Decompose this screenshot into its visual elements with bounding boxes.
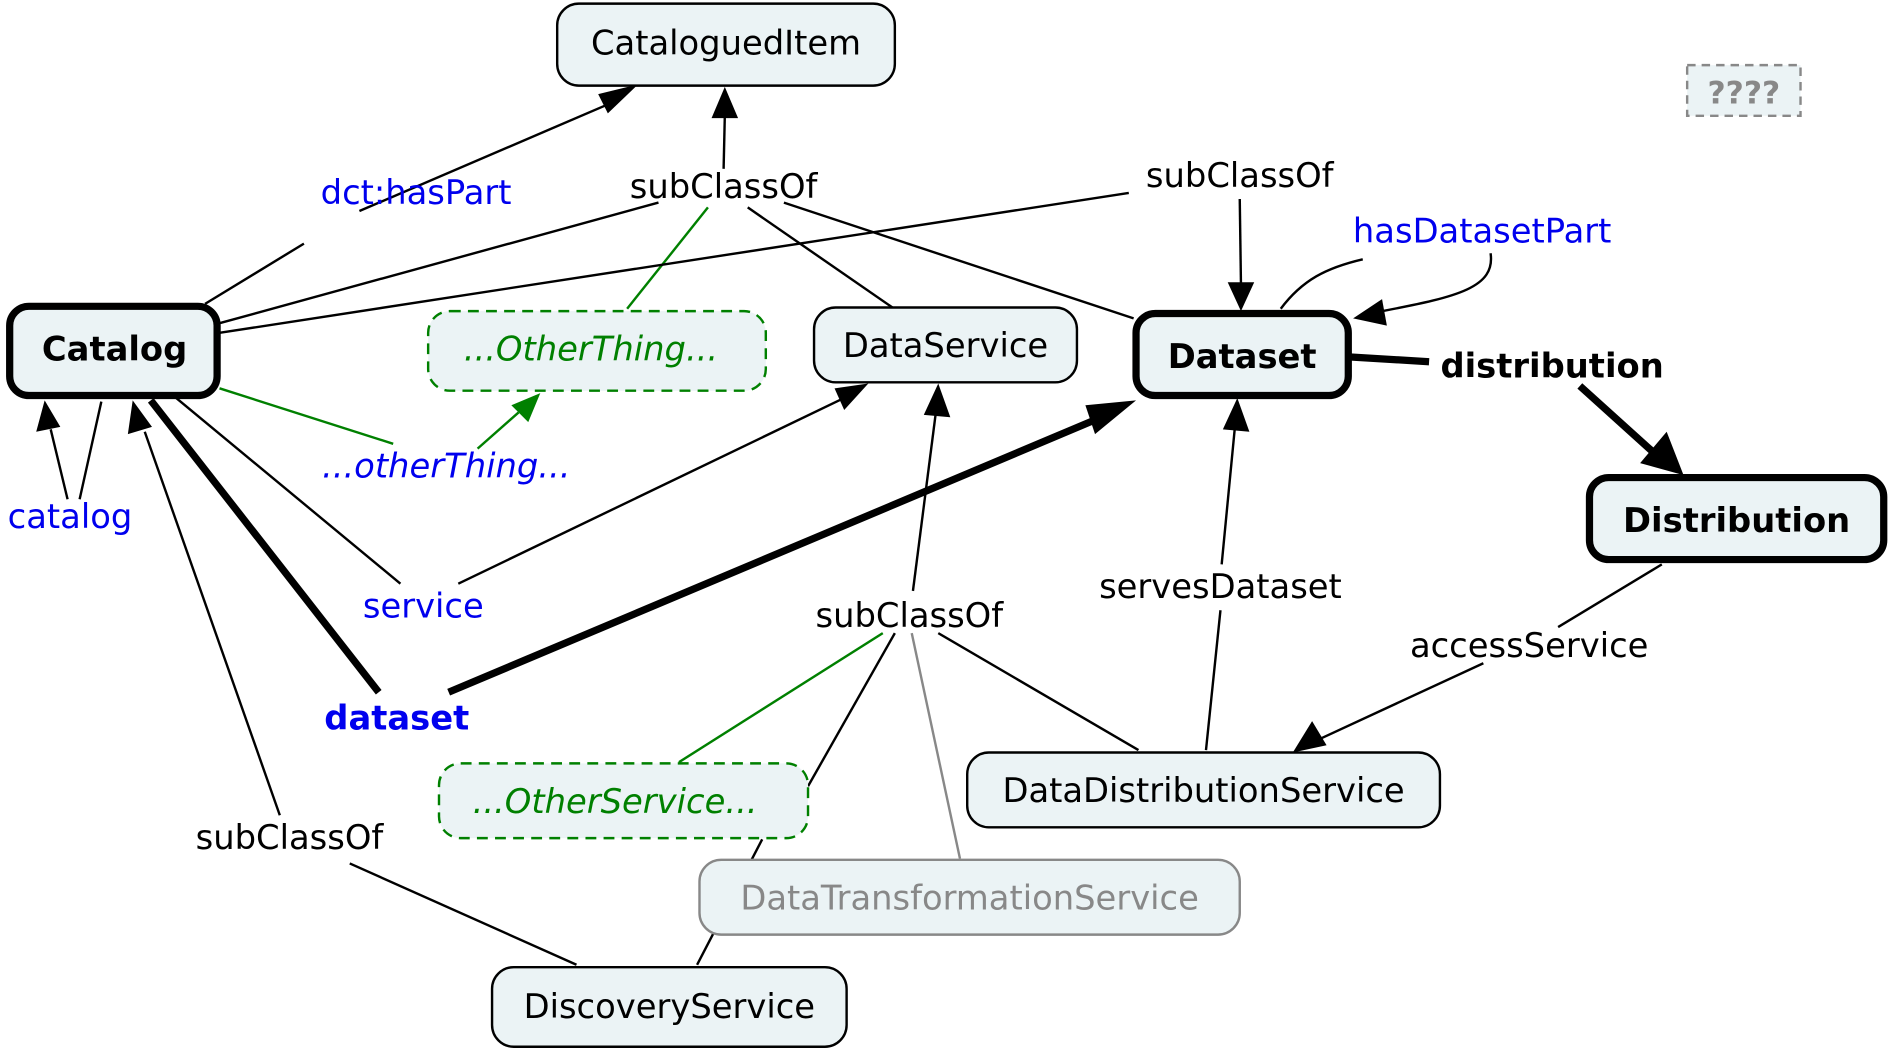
edge-distribution-a — [1350, 353, 1430, 366]
edge-servesDataset-a — [1204, 610, 1222, 751]
arrowhead — [1222, 397, 1250, 432]
edge-subclass-catalog — [219, 201, 659, 325]
edge-hasDatasetPart-a — [1279, 258, 1364, 310]
edge-subclass-otherservice — [678, 632, 884, 764]
edge-distribution-b — [1577, 383, 1658, 457]
label-accessService[interactable]: accessService — [1410, 626, 1648, 665]
node-label: DataService — [843, 326, 1048, 365]
node-label: DiscoveryService — [524, 987, 815, 1026]
node-label: Distribution — [1623, 501, 1850, 540]
arrowhead — [923, 383, 951, 418]
node-label: ...OtherThing... — [464, 330, 718, 369]
arrowhead — [598, 84, 638, 114]
edge-subclass-to-dataset — [1238, 198, 1243, 285]
arrowhead — [1085, 400, 1137, 435]
node-unknown[interactable]: ???? — [1685, 63, 1802, 117]
edge-accessService-b — [1321, 662, 1484, 740]
node-distribution[interactable]: Distribution — [1585, 473, 1888, 564]
node-label: ...OtherService... — [473, 782, 758, 821]
node-label: CataloguedItem — [591, 23, 861, 62]
label-catalog[interactable]: catalog — [8, 497, 133, 536]
node-catalog[interactable]: Catalog — [6, 302, 221, 400]
edge-subclass-dataservice — [747, 206, 894, 309]
edge-discovery-subclass-b — [143, 431, 281, 816]
arrowhead — [711, 86, 739, 119]
edge-subclass-up — [722, 115, 727, 169]
edge-otherthing-b — [476, 411, 520, 450]
node-label: Catalog — [42, 330, 187, 369]
edge-hasPart-a — [204, 242, 305, 305]
arrowhead — [127, 400, 152, 435]
edge-hasDatasetPart-b — [1381, 253, 1493, 313]
node-label: Dataset — [1168, 337, 1317, 376]
edge-service-a — [175, 397, 402, 585]
node-label: ???? — [1707, 76, 1780, 112]
label-dataset[interactable]: dataset — [324, 699, 469, 738]
arrowhead — [36, 400, 61, 432]
label-distribution[interactable]: distribution — [1440, 346, 1663, 385]
node-discovery-service[interactable]: DiscoveryService — [490, 965, 848, 1048]
arrowhead — [1640, 431, 1684, 476]
label-subclass-top[interactable]: subClassOf — [630, 167, 819, 206]
label-subclass-catalog[interactable]: subClassOf — [196, 818, 385, 857]
node-data-transformation-service[interactable]: DataTransformationService — [698, 858, 1241, 936]
node-data-distribution-service[interactable]: DataDistributionService — [966, 751, 1442, 829]
node-dataset[interactable]: Dataset — [1132, 309, 1352, 400]
edge-subclass-otherthing — [626, 206, 709, 310]
edge-discovery-subclass-a — [349, 862, 577, 966]
edge-subclass-distribution-svc — [937, 632, 1140, 752]
edge-subclass-transformation — [910, 632, 962, 859]
node-catalogued-item[interactable]: CataloguedItem — [555, 2, 897, 87]
edge-accessService-a — [1557, 563, 1663, 629]
label-dct-hasPart[interactable]: dct:hasPart — [321, 173, 512, 212]
label-servesDataset[interactable]: servesDataset — [1099, 567, 1342, 606]
label-subclass-services[interactable]: subClassOf — [816, 596, 1005, 635]
edge-otherthing-a — [219, 387, 394, 445]
arrowhead — [834, 383, 869, 411]
node-label: DataDistributionService — [1002, 771, 1404, 810]
edge-service-b — [457, 396, 845, 585]
arrowhead — [1227, 282, 1255, 312]
label-otherThing[interactable]: ...otherThing... — [322, 447, 570, 486]
arrowhead — [1353, 299, 1387, 326]
node-data-service[interactable]: DataService — [812, 306, 1079, 384]
edge-catalog-loop-b — [49, 429, 69, 500]
edge-subclass-discovery-a — [806, 632, 896, 787]
label-service[interactable]: service — [363, 586, 484, 625]
node-other-service[interactable]: ...OtherService... — [437, 762, 810, 840]
arrowhead — [511, 393, 541, 423]
node-label: DataTransformationService — [740, 878, 1199, 917]
edge-services-subclass-up — [911, 412, 938, 592]
label-hasDatasetPart[interactable]: hasDatasetPart — [1353, 211, 1611, 250]
ontology-diagram: CataloguedItem Catalog ...OtherThing... … — [6, 2, 1888, 1048]
edge-servesDataset-b — [1220, 426, 1237, 565]
label-subclass-dataset[interactable]: subClassOf — [1146, 156, 1335, 195]
edge-catalog-loop-a — [78, 401, 103, 500]
node-other-thing[interactable]: ...OtherThing... — [426, 309, 768, 392]
